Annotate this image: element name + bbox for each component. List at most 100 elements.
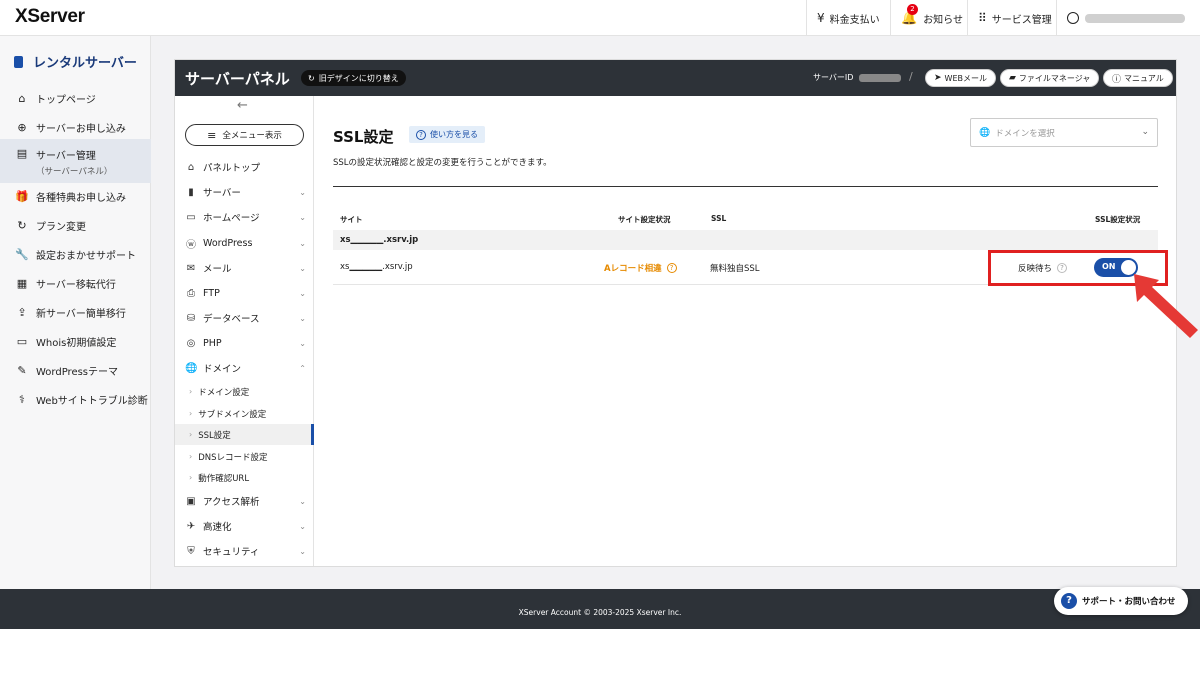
nav-label: メール	[203, 264, 232, 275]
php-icon: ◎	[186, 337, 196, 349]
server-icon: ▤	[16, 147, 28, 160]
old-design-label: 旧デザインに切り替え	[318, 73, 399, 83]
sidebar-item-label: サーバーお申し込み	[36, 124, 126, 135]
divider	[333, 186, 1158, 187]
stethoscope-icon: ⚕	[19, 393, 25, 406]
file-manager-label: ファイルマネージャ	[1018, 73, 1091, 83]
nav-sub-dns-records[interactable]: › DNSレコード設定	[175, 446, 314, 467]
sidebar-item-top-page[interactable]: ⌂ トップページ	[0, 84, 151, 113]
xserver-logo[interactable]: XServer	[15, 6, 85, 28]
footer: XServer Account © 2003-2025 Xserver Inc.	[0, 589, 1200, 629]
server-id: サーバーID	[813, 72, 902, 83]
nav-sub-label: SSL設定	[198, 430, 231, 441]
shield-icon: ⛨	[187, 545, 195, 557]
support-button[interactable]: ? サポート・お問い合わせ	[1054, 587, 1188, 615]
column-header-site-status: サイト設定状況	[618, 215, 671, 224]
chevron-right-icon: ›	[189, 430, 193, 439]
help-link[interactable]: ? 使い方を見る	[409, 126, 485, 143]
nav-security[interactable]: ⛨ セキュリティ ⌄	[175, 539, 314, 563]
server-id-label: サーバーID	[813, 73, 854, 82]
sidebar-item-benefits[interactable]: 🎁 各種特典お申し込み	[0, 182, 151, 211]
sidebar-item-label: 設定おまかせサポート	[36, 251, 136, 262]
nav-sub-ssl-settings[interactable]: › SSL設定	[175, 424, 314, 445]
nav-mail[interactable]: ✉ メール ⌄	[175, 256, 314, 280]
sidebar-item-whois[interactable]: ▭ Whois初期値設定	[0, 327, 151, 356]
sidebar-item-plan-change[interactable]: ↻ プラン変更	[0, 211, 151, 240]
question-icon[interactable]: ?	[666, 263, 677, 273]
nav-panel-top[interactable]: ⌂ パネルトップ	[175, 155, 314, 179]
wordpress-icon: ⓦ	[186, 239, 196, 251]
webmail-button[interactable]: ➤ WEBメール	[925, 69, 996, 87]
bell-icon: 🔔 2	[901, 3, 918, 26]
database-icon: ⛁	[186, 312, 196, 324]
browser-icon: ▭	[186, 211, 196, 223]
row-site-status[interactable]: Aレコード相違 ?	[604, 262, 677, 274]
document-icon: ▭	[16, 335, 28, 348]
copyright: XServer Account © 2003-2025 Xserver Inc.	[518, 608, 682, 617]
chevron-down-icon: ⌄	[299, 521, 306, 531]
separator: /	[909, 70, 913, 83]
switch-icon: ↻	[308, 73, 315, 83]
nav-sub-test-url[interactable]: › 動作確認URL	[175, 467, 314, 488]
rocket-icon: ✈	[186, 520, 196, 532]
back-arrow-icon[interactable]: ←	[237, 98, 248, 113]
notifications-button[interactable]: 🔔 2 お知らせ	[890, 0, 973, 36]
sidebar-title[interactable]: レンタルサーバー	[14, 52, 137, 71]
sidebar-item-label: 各種特典お申し込み	[36, 193, 126, 204]
nav-label: サーバー	[203, 188, 241, 199]
sidebar-item-label: プラン変更	[36, 222, 86, 233]
row-site: xs▁▁▁▁▁.xsrv.jp	[340, 262, 413, 272]
old-design-button[interactable]: ↻ 旧デザインに切り替え	[301, 70, 406, 86]
nav-label: アクセス解析	[203, 497, 260, 508]
nav-homepage[interactable]: ▭ ホームページ ⌄	[175, 205, 314, 229]
domain-select[interactable]: 🌐 ドメインを選択 ⌄	[970, 118, 1158, 147]
service-management-label: サービス管理	[991, 14, 1052, 26]
nav-speedup[interactable]: ✈ 高速化 ⌄	[175, 514, 314, 538]
chevron-right-icon: ›	[189, 387, 193, 396]
nav-sub-domain-settings[interactable]: › ドメイン設定	[175, 381, 314, 402]
sidebar-item-label: 新サーバー簡単移行	[36, 309, 126, 320]
chevron-up-icon: ⌃	[299, 363, 306, 373]
sidebar-item-server-management[interactable]: ▤ サーバー管理 （サーバーパネル）	[0, 139, 151, 183]
nav-php[interactable]: ◎ PHP ⌄	[175, 331, 314, 355]
billing-button[interactable]: ¥ 料金支払い	[806, 0, 890, 36]
panel-title: サーバーパネル	[185, 70, 290, 88]
edit-icon: ✎	[17, 364, 27, 377]
chevron-right-icon: ›	[189, 473, 193, 482]
sidebar-item-label: Whois初期値設定	[36, 338, 117, 349]
sidebar-item-server-apply[interactable]: ⊕ サーバーお申し込み	[0, 113, 151, 142]
account-name-blurred	[1085, 13, 1185, 23]
chevron-down-icon: ⌄	[299, 212, 306, 222]
rental-server-icon	[14, 55, 23, 68]
nav-sub-label: DNSレコード設定	[198, 452, 268, 463]
manual-button[interactable]: ⓘ マニュアル	[1103, 69, 1173, 87]
sidebar-item-setup-support[interactable]: 🔧 設定おまかせサポート	[0, 240, 151, 269]
all-menu-button[interactable]: ≡ 全メニュー表示	[185, 124, 304, 146]
page-title: SSL設定	[333, 128, 394, 146]
account-menu[interactable]	[1056, 0, 1200, 36]
nav-access-analysis[interactable]: ▣ アクセス解析 ⌄	[175, 489, 314, 513]
chevron-down-icon: ⌄	[299, 496, 306, 506]
home-icon: ⌂	[18, 92, 26, 105]
nav-database[interactable]: ⛁ データベース ⌄	[175, 306, 314, 330]
nav-ftp[interactable]: ⎙ FTP ⌄	[175, 281, 314, 305]
file-manager-button[interactable]: ▰ ファイルマネージャ	[1000, 69, 1100, 87]
top-header: XServer ¥ 料金支払い 🔔 2 お知らせ ⠿ サービス管理	[0, 0, 1200, 36]
panel-navigation: ← ≡ 全メニュー表示 ⌂ パネルトップ ▮ サーバー ⌄ ▭ ホームページ ⌄…	[175, 96, 314, 566]
sidebar-item-server-transfer[interactable]: ▦ サーバー移転代行	[0, 269, 151, 298]
nav-sub-label: ドメイン設定	[198, 387, 250, 398]
server-id-blurred	[859, 73, 902, 82]
nav-server[interactable]: ▮ サーバー ⌄	[175, 180, 314, 204]
nav-sub-subdomain-settings[interactable]: › サブドメイン設定	[175, 403, 314, 424]
sidebar-item-easy-migration[interactable]: ⇪ 新サーバー簡単移行	[0, 298, 151, 327]
nav-domain[interactable]: 🌐 ドメイン ⌃	[175, 356, 314, 380]
service-management-button[interactable]: ⠿ サービス管理	[967, 0, 1062, 36]
sidebar-item-wordpress-theme[interactable]: ✎ WordPressテーマ	[0, 356, 151, 385]
page-bottom	[0, 629, 1200, 680]
nav-wordpress[interactable]: ⓦ WordPress ⌄	[175, 231, 314, 255]
sidebar-item-site-diagnosis[interactable]: ⚕ Webサイトトラブル診断	[0, 385, 151, 414]
chevron-down-icon: ⌄	[299, 338, 306, 348]
gift-icon: 🎁	[15, 190, 29, 203]
chart-icon: ▣	[186, 495, 196, 507]
sidebar-title-label: レンタルサーバー	[33, 56, 137, 71]
